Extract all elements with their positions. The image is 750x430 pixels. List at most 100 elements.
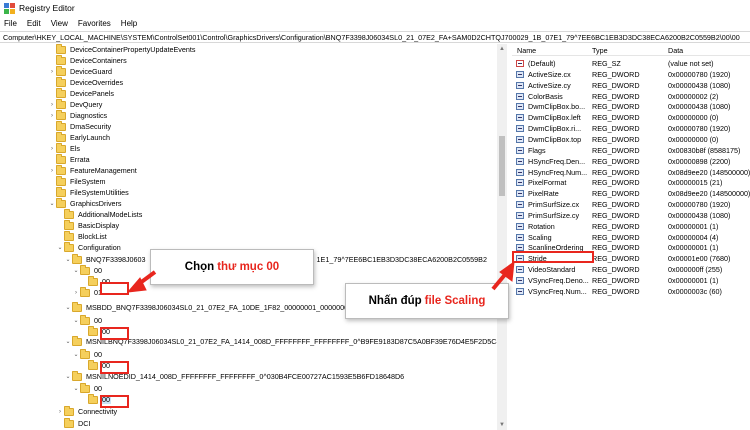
value-row[interactable]: ActiveSize.cx REG_DWORD 0x00000780 (1920) (512, 69, 750, 80)
value-row[interactable]: HSyncFreq.Den... REG_DWORD 0x00000898 (220… (512, 156, 750, 167)
tree-item-label: GraphicsDrivers (70, 199, 122, 208)
folder-icon (56, 164, 66, 175)
tree-item[interactable]: ⌄ 00 (72, 314, 103, 326)
tree-item[interactable]: › Els (48, 142, 81, 154)
tree-item-label: DeviceGuard (70, 67, 112, 76)
tree-item[interactable]: ⌄ 00 (72, 348, 103, 360)
tree-item[interactable]: DeviceContainers (48, 54, 128, 66)
tree-item[interactable]: BasicDisplay (56, 219, 120, 231)
value-data: 0x00000438 (1080) (668, 80, 731, 90)
tree-item[interactable]: FileSystem (48, 175, 107, 187)
value-row[interactable]: PixelFormat REG_DWORD 0x00000015 (21) (512, 177, 750, 188)
value-row[interactable]: PrimSurfSize.cx REG_DWORD 0x00000780 (1920… (512, 199, 750, 210)
tree-item[interactable]: › 01 (72, 286, 103, 298)
value-row[interactable]: DwmClipBox.bo... REG_DWORD 0x00000438 (108… (512, 101, 750, 112)
expanded-chevron-icon[interactable]: ⌄ (48, 200, 56, 207)
tree-item[interactable]: ⌄ Configuration (56, 241, 122, 253)
value-row[interactable]: PixelRate REG_DWORD 0x08d9ee20 (148500000) (512, 188, 750, 199)
expanded-chevron-icon[interactable]: ⌄ (72, 351, 80, 358)
menu-favorites[interactable]: Favorites (78, 19, 111, 28)
menu-edit[interactable]: Edit (27, 19, 41, 28)
column-header-data[interactable]: Data (668, 46, 683, 55)
tree-item[interactable]: ⌄ 00 (72, 382, 103, 394)
tree-item[interactable]: ⌄ GraphicsDrivers (48, 197, 123, 209)
tree-item-label: 00 (94, 266, 102, 275)
expanded-chevron-icon[interactable]: ⌄ (72, 267, 80, 274)
tree-item[interactable]: ⌄ MSNILBNQ7F3398J06034SL0_21_07E2_FA_1414… (64, 335, 501, 347)
scroll-up-icon[interactable]: ▲ (497, 44, 507, 54)
value-name: DwmClipBox.ri... (528, 124, 582, 134)
value-row[interactable]: VideoStandard REG_DWORD 0x000000ff (255) (512, 264, 750, 275)
tree-item[interactable]: EarlyLaunch (48, 131, 111, 143)
expanded-chevron-icon[interactable]: ⌄ (64, 256, 72, 263)
callout-highlight: thư mục 00 (217, 261, 280, 273)
collapsed-chevron-icon[interactable]: › (56, 409, 64, 415)
value-row[interactable]: ActiveSize.cy REG_DWORD 0x00000438 (1080) (512, 80, 750, 91)
scroll-thumb[interactable] (499, 136, 505, 196)
collapsed-chevron-icon[interactable]: › (48, 102, 56, 108)
tree-item[interactable]: DeviceOverrides (48, 76, 124, 88)
tree-item-label: FeatureManagement (70, 166, 137, 175)
column-header-name[interactable]: Name (517, 46, 536, 55)
value-row[interactable]: ColorBasis REG_DWORD 0x00000002 (2) (512, 91, 750, 102)
value-data: 0x00000780 (1920) (668, 124, 731, 134)
value-row[interactable]: (Default) REG_SZ (value not set) (512, 58, 750, 69)
tree-item[interactable]: Errata (48, 153, 91, 165)
folder-icon (56, 98, 66, 109)
menu-help[interactable]: Help (121, 19, 137, 28)
collapsed-chevron-icon[interactable]: › (72, 290, 80, 296)
value-data: 0x00000000 (0) (668, 134, 719, 144)
tree-item[interactable]: DevicePanels (48, 87, 115, 99)
value-row[interactable]: HSyncFreq.Num... REG_DWORD 0x08d9ee20 (148… (512, 167, 750, 178)
value-row[interactable]: DwmClipBox.left REG_DWORD 0x00000000 (0) (512, 112, 750, 123)
value-row[interactable]: VSyncFreq.Deno... REG_DWORD 0x00000001 (1) (512, 275, 750, 286)
tree-scrollbar[interactable]: ▲ ▼ (497, 44, 507, 430)
expanded-chevron-icon[interactable]: ⌄ (56, 244, 64, 251)
collapsed-chevron-icon[interactable]: › (48, 168, 56, 174)
tree-item[interactable]: › DeviceGuard (48, 65, 113, 77)
collapsed-chevron-icon[interactable]: › (48, 146, 56, 152)
registry-editor-icon (4, 2, 15, 14)
dword-value-icon (516, 81, 524, 89)
registry-key-tree[interactable]: DeviceContainerPropertyUpdateEvents Devic… (0, 44, 506, 430)
collapsed-chevron-icon[interactable]: › (48, 69, 56, 75)
tree-item[interactable]: DmaSecurity (48, 120, 112, 132)
tree-item[interactable]: ⌄ 00 (72, 264, 103, 276)
tree-item[interactable]: DCI (56, 417, 91, 429)
tree-item-label: MSBDD_BNQ7F3398J06034SL0_21_07E2_FA_10DE… (86, 303, 361, 312)
expanded-chevron-icon[interactable]: ⌄ (72, 317, 80, 324)
tree-item[interactable]: › Diagnostics (48, 109, 108, 121)
tree-item[interactable]: BlockList (56, 230, 108, 242)
menu-file[interactable]: File (4, 19, 17, 28)
collapsed-chevron-icon[interactable]: › (48, 113, 56, 119)
tree-item[interactable]: › FeatureManagement (48, 164, 138, 176)
expanded-chevron-icon[interactable]: ⌄ (64, 304, 72, 311)
value-row[interactable]: VSyncFreq.Num... REG_DWORD 0x0000003c (60) (512, 286, 750, 297)
tree-item[interactable]: FileSystemUtilities (48, 186, 130, 198)
value-row[interactable]: Flags REG_DWORD 0x00830b8f (8588175) (512, 145, 750, 156)
value-row[interactable]: Rotation REG_DWORD 0x00000001 (1) (512, 221, 750, 232)
expanded-chevron-icon[interactable]: ⌄ (64, 373, 72, 380)
registry-values-list[interactable]: Name Type Data (Default) REG_SZ (value not… (512, 44, 750, 430)
menu-view[interactable]: View (51, 19, 68, 28)
value-row[interactable]: DwmClipBox.ri... REG_DWORD 0x00000780 (192… (512, 123, 750, 134)
tree-item[interactable]: AdditionalModeLists (56, 208, 143, 220)
scroll-down-icon[interactable]: ▼ (497, 420, 507, 430)
expanded-chevron-icon[interactable]: ⌄ (72, 385, 80, 392)
dword-value-icon (516, 168, 524, 176)
value-row[interactable]: DwmClipBox.top REG_DWORD 0x00000000 (0) (512, 134, 750, 145)
tree-item[interactable]: DeviceContainerPropertyUpdateEvents (48, 44, 196, 55)
folder-icon (64, 230, 74, 241)
value-data: 0x00000898 (2200) (668, 156, 731, 166)
value-data: 0x00000001 (1) (668, 276, 719, 285)
tree-item[interactable]: ⌄ MSBDD_BNQ7F3398J06034SL0_21_07E2_FA_10D… (64, 301, 361, 313)
callout-double-click-scaling: Nhấn đúp file Scaling (345, 283, 509, 319)
expanded-chevron-icon[interactable]: ⌄ (64, 338, 72, 345)
column-header-type[interactable]: Type (592, 46, 608, 55)
value-row[interactable]: Scaling REG_DWORD 0x00000004 (4) (512, 232, 750, 243)
tree-item[interactable]: › DevQuery (48, 98, 103, 110)
address-bar[interactable]: Computer\HKEY_LOCAL_MACHINE\SYSTEM\Contr… (0, 31, 750, 43)
tree-item-label: Els (70, 144, 80, 153)
callout-highlight: file Scaling (424, 295, 486, 307)
value-row[interactable]: PrimSurfSize.cy REG_DWORD 0x00000438 (1080… (512, 210, 750, 221)
